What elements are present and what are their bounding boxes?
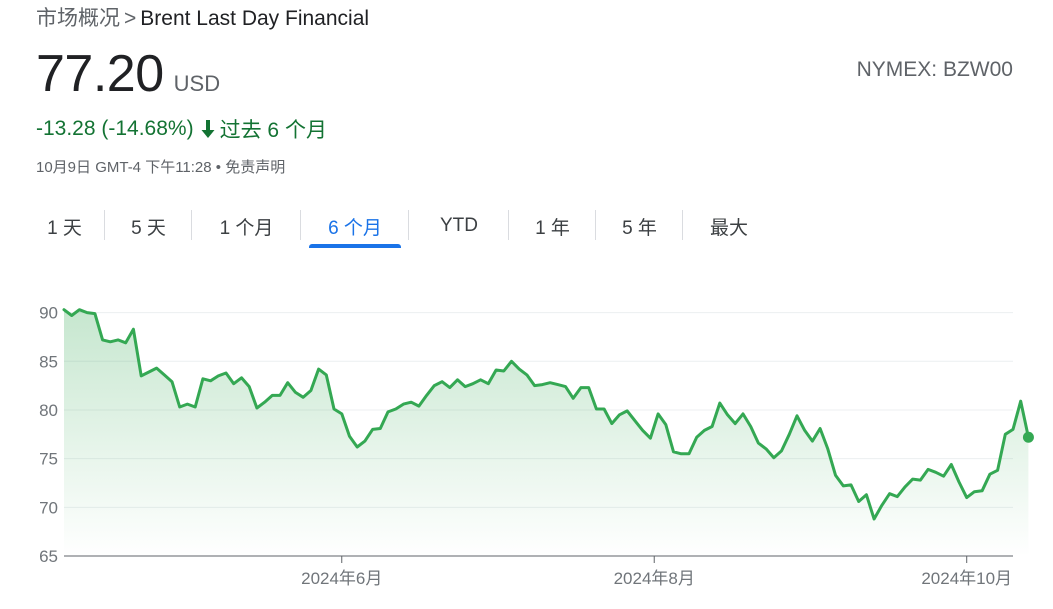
x-tick-label: 2024年8月 bbox=[614, 569, 695, 588]
tab-1-month[interactable]: 1 个月 bbox=[192, 204, 301, 248]
arrow-down-icon bbox=[201, 120, 215, 138]
y-tick-label: 65 bbox=[39, 547, 58, 566]
quote-timestamp: 10月9日 GMT-4 下午11:28 • 免责声明 bbox=[36, 159, 286, 176]
price-area-fill bbox=[64, 309, 1029, 556]
tab-label: 1 个月 bbox=[219, 217, 274, 239]
tab-label: 5 年 bbox=[622, 217, 657, 239]
price-chart[interactable]: 65 70 75 80 85 90 2024年6月 2024年8月 2024年10月 bbox=[0, 290, 1053, 609]
breadcrumb-market-overview-link[interactable]: 市场概况 bbox=[36, 7, 120, 30]
price-row: 77.20 USD bbox=[36, 44, 220, 104]
current-price: 77.20 bbox=[36, 45, 164, 103]
tab-label: YTD bbox=[440, 215, 478, 236]
tab-label: 最大 bbox=[709, 217, 748, 239]
currency-label: USD bbox=[173, 71, 221, 96]
tab-label: 5 天 bbox=[131, 217, 166, 239]
tab-label: 6 个月 bbox=[328, 217, 382, 239]
price-change: -13.28 (-14.68%) 过去 6 个月 bbox=[36, 114, 327, 144]
tab-label: 1 年 bbox=[535, 217, 570, 239]
exchange-ticker: NYMEX: BZW00 bbox=[856, 58, 1013, 81]
y-tick-label: 70 bbox=[39, 498, 58, 517]
breadcrumb-current: Brent Last Day Financial bbox=[140, 7, 370, 30]
tab-ytd[interactable]: YTD bbox=[409, 204, 509, 248]
y-tick-label: 80 bbox=[39, 401, 58, 420]
tab-1-day[interactable]: 1 天 bbox=[24, 204, 105, 248]
breadcrumb: 市场概况 > Brent Last Day Financial bbox=[36, 2, 369, 32]
breadcrumb-separator: > bbox=[124, 7, 137, 30]
tab-6-months[interactable]: 6 个月 bbox=[301, 204, 409, 248]
x-tick-label: 2024年10月 bbox=[921, 569, 1012, 588]
x-tick-label: 2024年6月 bbox=[301, 569, 382, 588]
change-value: -13.28 (-14.68%) bbox=[36, 117, 194, 140]
y-tick-label: 85 bbox=[39, 352, 58, 371]
tab-5-days[interactable]: 5 天 bbox=[105, 204, 192, 248]
tab-label: 1 天 bbox=[47, 217, 82, 239]
tab-1-year[interactable]: 1 年 bbox=[509, 204, 596, 248]
tab-max[interactable]: 最大 bbox=[683, 204, 775, 248]
range-tabs: 1 天 5 天 1 个月 6 个月 YTD 1 年 5 年 最大 bbox=[24, 204, 775, 248]
latest-price-point bbox=[1022, 431, 1034, 443]
active-tab-indicator bbox=[309, 244, 401, 248]
change-period: 过去 6 个月 bbox=[219, 119, 327, 142]
y-tick-label: 75 bbox=[39, 450, 58, 469]
tab-5-years[interactable]: 5 年 bbox=[596, 204, 683, 248]
y-tick-label: 90 bbox=[39, 304, 58, 323]
